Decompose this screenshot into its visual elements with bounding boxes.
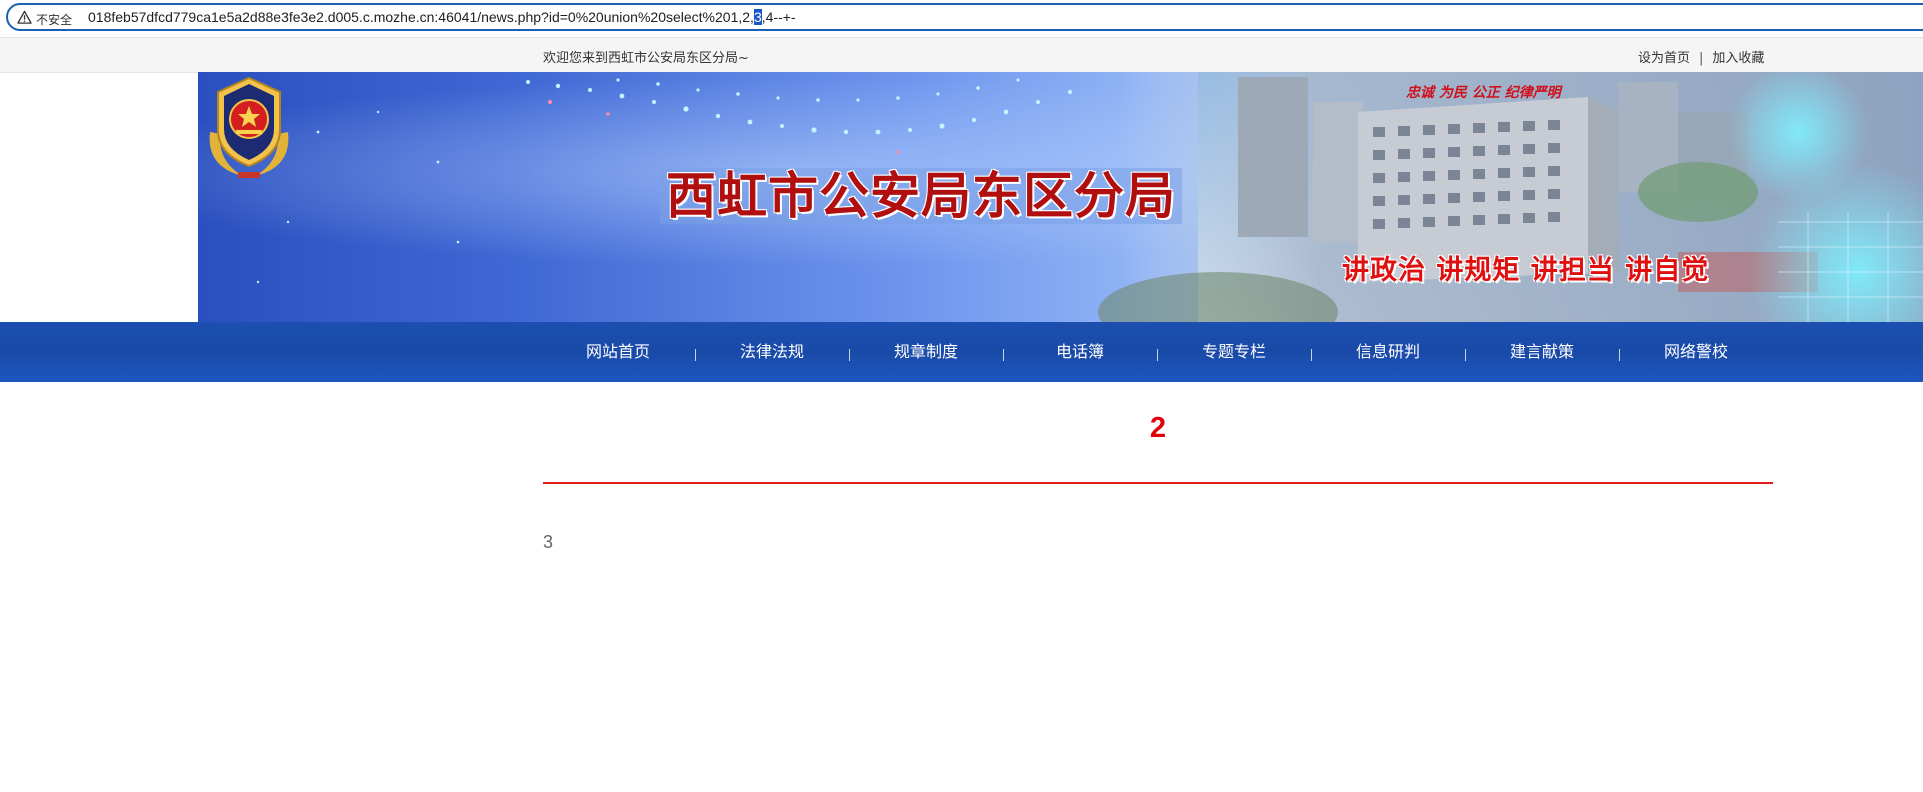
header-banner: 西虹市公安局东区分局 忠诚 为民 公正 纪律严明 讲政治 讲规矩 讲担当 讲自觉 (198, 72, 1923, 322)
nav-item-home[interactable]: 网站首页 (541, 322, 695, 382)
nav-item-laws[interactable]: 法律法规 (695, 322, 849, 382)
browser-toolbar: 不安全 018feb57dfcd779ca1e5a2d88e3fe3e2.d00… (0, 0, 1923, 38)
police-emblem-icon (209, 76, 289, 178)
top-info-bar: 欢迎您来到西虹市公安局东区分局~ 设为首页 | 加入收藏 (0, 38, 1923, 73)
link-separator: | (1699, 51, 1704, 66)
nav-item-suggestions[interactable]: 建言献策 (1465, 322, 1619, 382)
address-bar[interactable]: 不安全 018feb57dfcd779ca1e5a2d88e3fe3e2.d00… (6, 3, 1923, 31)
title-divider (543, 482, 1773, 484)
url-selection: 3 (753, 9, 762, 25)
welcome-text: 欢迎您来到西虹市公安局东区分局~ (543, 51, 749, 66)
url-suffix: ,4--+- (761, 9, 796, 25)
nav-item-analysis[interactable]: 信息研判 (1311, 322, 1465, 382)
set-homepage-link[interactable]: 设为首页 (1638, 51, 1690, 66)
url-prefix: 018feb57dfcd779ca1e5a2d88e3fe3e2.d005.c.… (88, 9, 754, 25)
article-title: 2 (1149, 412, 1167, 444)
banner-slogan: 讲政治 讲规矩 讲担当 讲自觉 (1342, 255, 1710, 286)
nav-item-police-school[interactable]: 网络警校 (1619, 322, 1773, 382)
security-status-label[interactable]: 不安全 (36, 11, 72, 28)
main-nav: 网站首页 法律法规 规章制度 电话簿 专题专栏 信息研判 建言献策 网络警校 (0, 322, 1923, 382)
nav-item-phonebook[interactable]: 电话簿 (1003, 322, 1157, 382)
article-body: 3 (543, 532, 554, 552)
top-links: 设为首页 | 加入收藏 (1638, 47, 1764, 66)
site-title: 西虹市公安局东区分局 (660, 168, 1182, 224)
banner-small-slogan: 忠诚 为民 公正 纪律严明 (1406, 85, 1561, 101)
nav-item-regulations[interactable]: 规章制度 (849, 322, 1003, 382)
warning-icon[interactable] (17, 10, 32, 25)
url-text[interactable]: 018feb57dfcd779ca1e5a2d88e3fe3e2.d005.c.… (88, 9, 796, 25)
add-favorite-link[interactable]: 加入收藏 (1712, 51, 1764, 66)
nav-item-topics[interactable]: 专题专栏 (1157, 322, 1311, 382)
